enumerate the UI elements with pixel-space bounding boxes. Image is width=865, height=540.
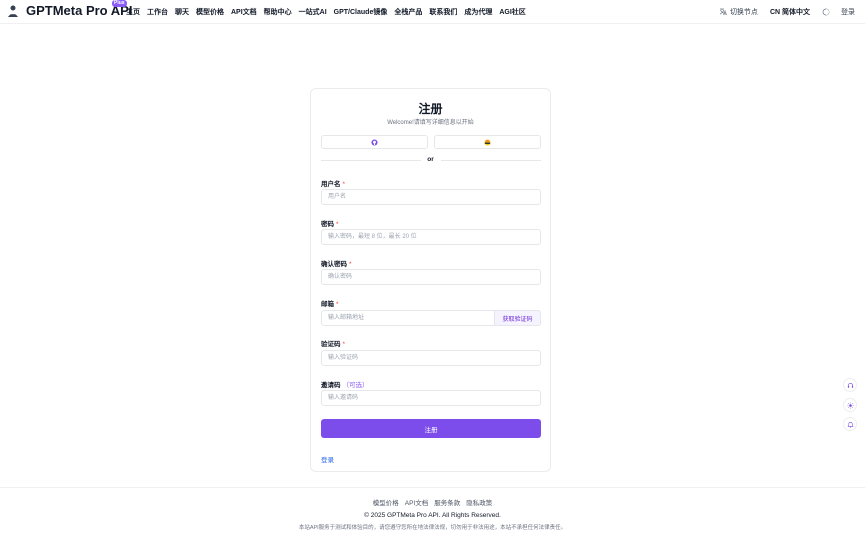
email-label-text: 邮箱 [321,301,334,308]
password-label: 密码 * [321,218,339,228]
nav-one-stop-ai[interactable]: 一站式AI [299,7,327,17]
oidc-icon [484,138,491,146]
translate-icon [719,8,727,16]
github-icon [371,138,378,146]
email-label: 邮箱 * [321,298,339,308]
verification-code-label: 验证码 * [321,338,345,348]
divider-or: or [427,156,434,163]
notification-button[interactable] [843,417,857,431]
header-actions: 切换节点 CN 简体中文 登录 [719,0,855,24]
nav-api-docs[interactable]: API文档 [231,7,257,17]
support-button[interactable] [843,378,857,392]
email-input[interactable] [321,310,495,326]
required-mark: * [342,181,346,188]
oidc-login-button[interactable] [434,135,541,149]
footer-link-pricing[interactable]: 模型价格 [373,497,399,507]
theme-icon[interactable] [822,8,830,16]
nav-help-center[interactable]: 帮助中心 [264,7,292,17]
login-button[interactable]: 登录 [822,7,855,17]
required-mark: * [349,261,352,268]
invite-code-label: 邀请码 （可选） [321,379,369,389]
confirm-password-input[interactable] [321,269,541,285]
optional-mark: （可选） [342,382,369,389]
verification-code-input[interactable] [321,350,541,366]
username-input[interactable] [321,189,541,205]
password-label-text: 密码 [321,221,334,228]
nav-workbench[interactable]: 工作台 [147,7,168,17]
register-button[interactable]: 注册 [321,419,541,438]
username-label: 用户名 * [321,178,345,188]
login-label: 登录 [841,9,855,16]
required-mark: * [336,221,339,228]
nav-chat[interactable]: 聊天 [175,7,189,17]
register-card: 注册 Welcome!请填写详细信息以开始 or 用户名* 密码* 确认密码* … [310,88,551,472]
nav-gpt-claude-mirror[interactable]: GPT/Claude镜像 [334,7,388,17]
invite-code-label-text: 邀请码 [321,382,341,389]
nav-full-stack[interactable]: 全栈产品 [394,7,422,17]
nav-agi-community[interactable]: AGI社区 [499,7,525,17]
sun-icon [846,401,854,409]
required-mark: * [336,301,339,308]
confirm-password-label-text: 确认密码 [321,261,347,268]
switch-node-button[interactable]: 切换节点 [719,7,758,17]
switch-node-label: 切换节点 [729,9,758,16]
page-subtitle: Welcome!请填写详细信息以开始 [387,120,474,126]
footer-links: 模型价格 API文档 服务条款 隐私政策 [0,497,865,507]
verification-code-label-text: 验证码 [321,341,341,348]
top-header: GPTMeta Pro API Plus 主页 工作台 聊天 模型价格 API文… [0,0,865,24]
logo-icon[interactable] [6,4,20,18]
page-footer: 模型价格 API文档 服务条款 隐私政策 © 2025 GPTMeta Pro … [0,487,865,540]
nav-contact[interactable]: 联系我们 [429,7,457,17]
footer-link-api-docs[interactable]: API文档 [405,497,428,507]
disclaimer-text: 本站API服务于测试和体验目的，请您遵守您所在地法律法规，切勿用于非法用途，本站… [298,525,567,531]
get-code-button[interactable]: 获取验证码 [495,310,541,326]
nav-home[interactable]: 主页 [126,7,140,17]
github-login-button[interactable] [321,135,428,149]
required-mark: * [342,341,346,348]
brand-badge: Plus [112,0,127,7]
invite-code-input[interactable] [321,390,541,406]
login-link[interactable]: 登录 [321,454,334,464]
nav-model-pricing[interactable]: 模型价格 [196,7,224,17]
theme-toggle-button[interactable] [843,398,857,412]
bell-icon [846,421,854,428]
username-label-text: 用户名 [321,181,341,188]
page-title: 注册 [418,102,443,116]
copyright-text: © 2025 GPTMeta Pro API. All Rights Reser… [364,512,501,519]
password-input[interactable] [321,229,541,245]
confirm-password-label: 确认密码 * [321,258,352,268]
footer-link-privacy[interactable]: 隐私政策 [466,497,492,507]
main-nav: 主页 工作台 聊天 模型价格 API文档 帮助中心 一站式AI GPT/Clau… [126,0,526,24]
nav-become-agent[interactable]: 成为代理 [464,7,492,17]
language-selector[interactable]: CN 简体中文 [770,7,810,17]
footer-link-terms[interactable]: 服务条款 [434,497,460,507]
headset-icon [847,382,853,388]
